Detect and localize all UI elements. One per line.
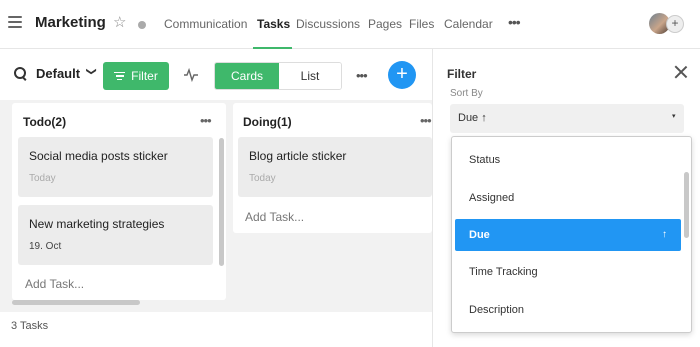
column-title: Doing(1) bbox=[243, 115, 292, 129]
activity-icon[interactable] bbox=[184, 68, 198, 82]
toolbar-more-icon[interactable]: ••• bbox=[356, 68, 368, 83]
card-due-date: Today bbox=[29, 173, 56, 184]
search-icon[interactable] bbox=[14, 67, 27, 80]
column-menu-icon[interactable]: ••• bbox=[420, 113, 432, 128]
sort-by-label: Sort By bbox=[450, 88, 483, 99]
task-card[interactable]: Blog article sticker Today bbox=[238, 137, 432, 197]
project-title: Marketing bbox=[35, 14, 106, 31]
project-tabs: Communication Tasks Discussions Pages Fi… bbox=[160, 0, 496, 49]
tab-discussions[interactable]: Discussions bbox=[292, 0, 364, 49]
add-task-button[interactable]: + bbox=[388, 61, 416, 89]
sort-options-dropdown: Status Assigned Due ↑ Time Tracking Desc… bbox=[451, 136, 692, 333]
add-task-link[interactable]: Add Task... bbox=[25, 277, 84, 291]
tab-calendar[interactable]: Calendar bbox=[440, 0, 496, 49]
board-column-todo: Todo(2) ••• Social media posts sticker T… bbox=[12, 103, 226, 300]
kanban-board: Todo(2) ••• Social media posts sticker T… bbox=[0, 100, 432, 312]
sort-option-description[interactable]: Description bbox=[455, 294, 681, 326]
tab-communication[interactable]: Communication bbox=[160, 0, 253, 49]
chevron-down-icon[interactable]: ❯ bbox=[86, 67, 97, 75]
filter-panel: Filter Sort By Due ↑ ▾ Status Assigned D… bbox=[432, 49, 700, 347]
filter-panel-title: Filter bbox=[447, 67, 477, 81]
column-title: Todo(2) bbox=[23, 115, 67, 129]
filter-button-label: Filter bbox=[131, 69, 158, 83]
task-count: 3 Tasks bbox=[11, 320, 49, 332]
status-dot-icon bbox=[138, 21, 146, 29]
dropdown-scrollbar[interactable] bbox=[684, 172, 689, 238]
column-scrollbar[interactable] bbox=[219, 138, 224, 266]
star-icon[interactable]: ☆ bbox=[113, 14, 126, 32]
sort-option-label: Due bbox=[469, 229, 490, 241]
board-horizontal-scrollbar[interactable] bbox=[12, 300, 140, 305]
column-menu-icon[interactable]: ••• bbox=[200, 113, 212, 128]
board-column-doing: Doing(1) ••• Blog article sticker Today … bbox=[233, 103, 432, 233]
top-bar: Marketing ☆ Communication Tasks Discussi… bbox=[0, 0, 700, 49]
more-tabs-icon[interactable]: ••• bbox=[508, 14, 521, 30]
filter-icon bbox=[114, 70, 126, 83]
view-selector[interactable]: Default bbox=[36, 66, 80, 81]
card-due-date: Today bbox=[249, 173, 276, 184]
tab-pages[interactable]: Pages bbox=[364, 0, 405, 49]
tab-tasks[interactable]: Tasks bbox=[253, 0, 292, 49]
add-task-link[interactable]: Add Task... bbox=[245, 210, 304, 224]
add-member-icon[interactable]: + bbox=[666, 15, 684, 33]
card-due-date: 19. Oct bbox=[29, 241, 62, 252]
card-title: Blog article sticker bbox=[249, 149, 347, 163]
task-card[interactable]: Social media posts sticker Today bbox=[18, 137, 213, 197]
tab-files[interactable]: Files bbox=[405, 0, 440, 49]
sort-by-value: Due ↑ bbox=[458, 112, 487, 124]
sort-option-due[interactable]: Due ↑ bbox=[455, 219, 681, 251]
sort-option-assigned[interactable]: Assigned bbox=[455, 182, 681, 214]
task-card[interactable]: New marketing strategies 19. Oct bbox=[18, 205, 213, 265]
sort-option-time-tracking[interactable]: Time Tracking bbox=[455, 256, 681, 288]
list-view-button[interactable]: List bbox=[279, 63, 341, 89]
card-title: New marketing strategies bbox=[29, 217, 165, 231]
sort-ascending-icon: ↑ bbox=[662, 229, 667, 240]
filter-button[interactable]: Filter bbox=[103, 62, 169, 90]
sort-by-select[interactable]: Due ↑ ▾ bbox=[450, 104, 684, 133]
view-mode-toggle: Cards List bbox=[214, 62, 342, 90]
cards-view-button[interactable]: Cards bbox=[215, 63, 279, 89]
close-icon[interactable] bbox=[674, 65, 688, 79]
sort-option-status[interactable]: Status bbox=[455, 144, 681, 176]
card-title: Social media posts sticker bbox=[29, 149, 168, 163]
hamburger-menu-icon[interactable] bbox=[8, 16, 22, 30]
chevron-down-icon: ▾ bbox=[672, 113, 676, 120]
